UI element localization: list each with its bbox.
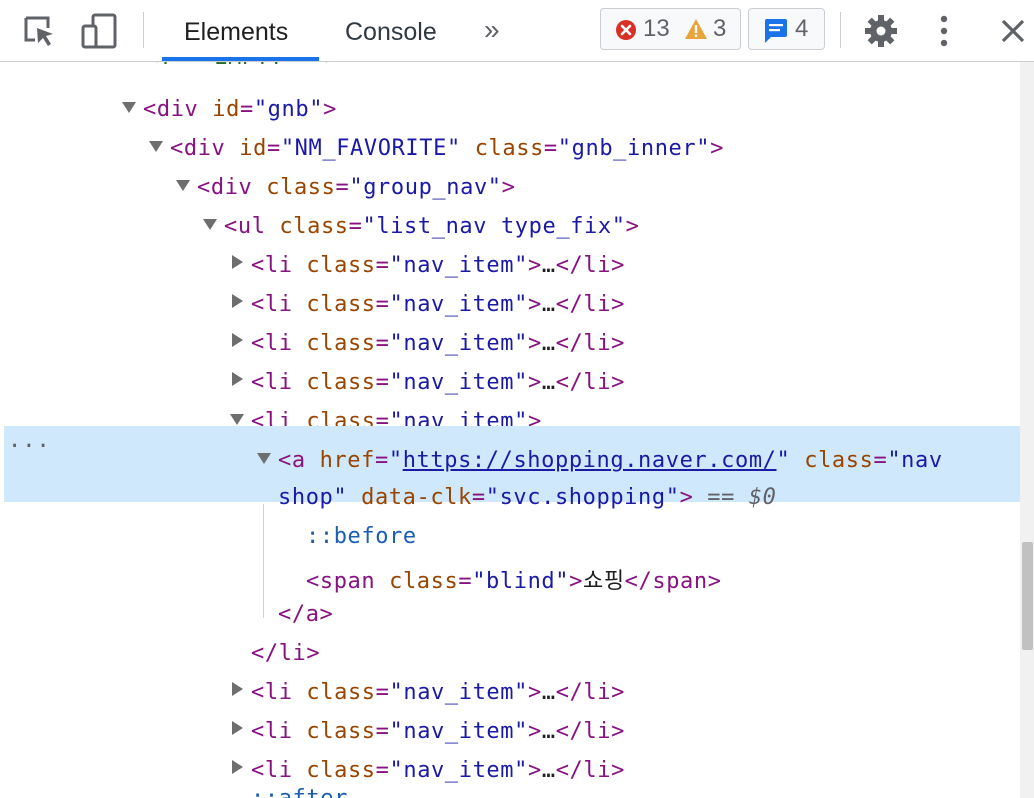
device-toolbar-icon[interactable] [80,12,120,50]
expand-triangle-icon[interactable] [149,141,163,152]
dom-node-div-nm-favorite[interactable]: <div id="NM_FAVORITE" class="gnb_inner"> [0,128,1020,167]
expand-triangle-icon[interactable] [203,219,217,230]
dom-tree[interactable]: <!-- EMPTY --> <div id="gnb"> <div id="N… [0,62,1020,798]
devtools-toolbar: Elements Console » 13 3 4 [0,0,1034,62]
dom-node-ul-list-nav[interactable]: <ul class="list_nav type_fix"> [0,206,1020,245]
collapse-triangle-icon[interactable] [232,372,243,386]
warning-icon [685,19,707,39]
dom-node-li-collapsed[interactable]: <li class="nav_item">…</li> [0,284,1020,323]
active-tab-indicator [162,57,319,61]
dom-node-li-collapsed[interactable]: <li class="nav_item">…</li> [0,362,1020,401]
expand-triangle-icon[interactable] [176,180,190,191]
dom-pseudo-before[interactable]: ::before [0,516,1020,555]
message-count: 4 [795,15,809,42]
dom-node-div-gnb[interactable]: <div id="gnb"> [0,89,1020,128]
dom-node-span-blind[interactable]: <span class="blind">쇼핑</span> [0,555,1020,594]
dom-node-div-group-nav[interactable]: <div class="group_nav"> [0,167,1020,206]
dom-node-a-selected-wrap[interactable]: shop" data-clk="svc.shopping"> == $0 [0,477,1020,516]
dom-close-li[interactable]: </li> [0,633,1020,672]
messages-counter[interactable]: 4 [748,8,825,50]
tab-console[interactable]: Console [345,0,437,61]
dom-pseudo-after[interactable]: ::after [0,778,1020,798]
more-tabs-icon[interactable]: » [484,14,500,46]
warning-count: 3 [713,15,727,42]
issues-counter[interactable]: 13 3 [600,8,741,50]
dom-node-li-collapsed[interactable]: <li class="nav_item">…</li> [0,672,1020,711]
href-link[interactable]: https://shopping.naver.com/ [403,448,777,473]
scrollbar-thumb[interactable] [1022,542,1033,650]
collapse-triangle-icon[interactable] [232,333,243,347]
dom-node-li-collapsed[interactable]: <li class="nav_item">…</li> [0,711,1020,750]
close-icon[interactable] [1000,18,1026,44]
dom-node-li-collapsed[interactable]: <li class="nav_item">…</li> [0,323,1020,362]
gear-icon[interactable] [863,13,899,49]
expand-triangle-icon[interactable] [122,102,136,113]
scrollbar-track[interactable] [1020,62,1034,798]
inspect-element-icon[interactable] [22,14,58,50]
error-count: 13 [643,15,670,42]
dom-node-li-collapsed[interactable]: <li class="nav_item">…</li> [0,245,1020,284]
collapse-triangle-icon[interactable] [232,294,243,308]
message-icon [765,19,787,43]
toolbar-separator [840,12,841,48]
toolbar-separator [143,12,144,48]
collapse-triangle-icon[interactable] [232,721,243,735]
collapse-triangle-icon[interactable] [232,255,243,269]
expand-triangle-icon[interactable] [230,414,244,425]
tab-elements[interactable]: Elements [184,0,288,61]
collapse-triangle-icon[interactable] [232,682,243,696]
dom-comment-line: <!-- EMPTY --> [0,62,1020,76]
dom-close-a[interactable]: </a> [0,594,1020,633]
dom-node-a-selected[interactable]: <a href="https://shopping.naver.com/" cl… [0,440,1020,479]
expand-triangle-icon[interactable] [257,453,271,464]
collapse-triangle-icon[interactable] [232,760,243,774]
kebab-menu-icon[interactable] [936,14,952,48]
error-icon [616,20,636,40]
